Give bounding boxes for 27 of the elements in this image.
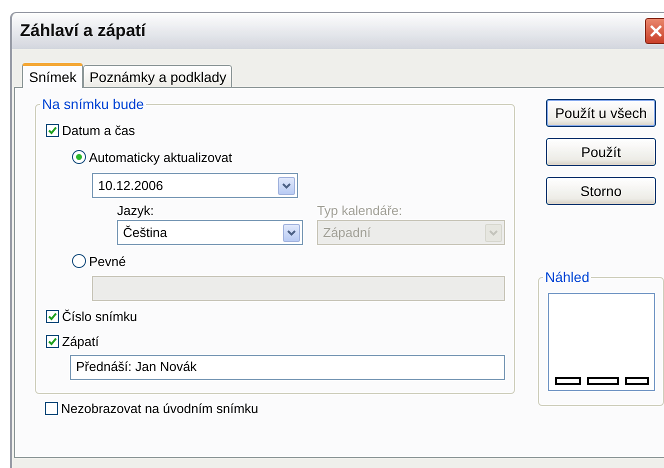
radio-label[interactable]: Automaticky aktualizovat	[89, 150, 232, 164]
window-title: Záhlaví a zápatí	[20, 21, 146, 41]
checkbox-label[interactable]: Nezobrazovat na úvodním snímku	[61, 400, 258, 416]
checkbox[interactable]	[46, 334, 59, 348]
checkbox[interactable]	[46, 310, 59, 322]
button[interactable]: Použít	[546, 138, 656, 166]
dropdown[interactable]: 10.12.2006	[92, 173, 298, 198]
group-title: Na snímku bude	[40, 96, 146, 112]
tab[interactable]: Poznámky a podklady	[83, 65, 232, 87]
button[interactable]: Použít u všech	[546, 99, 656, 127]
checkbox-label[interactable]: Číslo snímku	[62, 308, 138, 324]
radio-button[interactable]	[72, 254, 86, 268]
close-icon[interactable]	[648, 23, 664, 39]
group-title: Náhled	[543, 269, 592, 285]
radio-label[interactable]: Pevné	[89, 254, 126, 268]
checkbox[interactable]	[45, 402, 58, 414]
checkbox[interactable]	[46, 124, 59, 136]
checkbox-label[interactable]: Zápatí	[62, 334, 99, 348]
dropdown[interactable]: Čeština	[117, 220, 303, 245]
close-button[interactable]	[645, 18, 664, 44]
button[interactable]: Storno	[546, 177, 656, 205]
text-field[interactable]: Přednáší: Jan Novák	[70, 355, 505, 380]
tab[interactable]: Snímek	[22, 63, 84, 88]
field-label: Typ kalendáře:	[317, 203, 404, 218]
radio-button[interactable]	[72, 150, 86, 164]
field-label: Jazyk:	[117, 203, 155, 218]
checkbox-label[interactable]: Datum a čas	[62, 122, 135, 138]
